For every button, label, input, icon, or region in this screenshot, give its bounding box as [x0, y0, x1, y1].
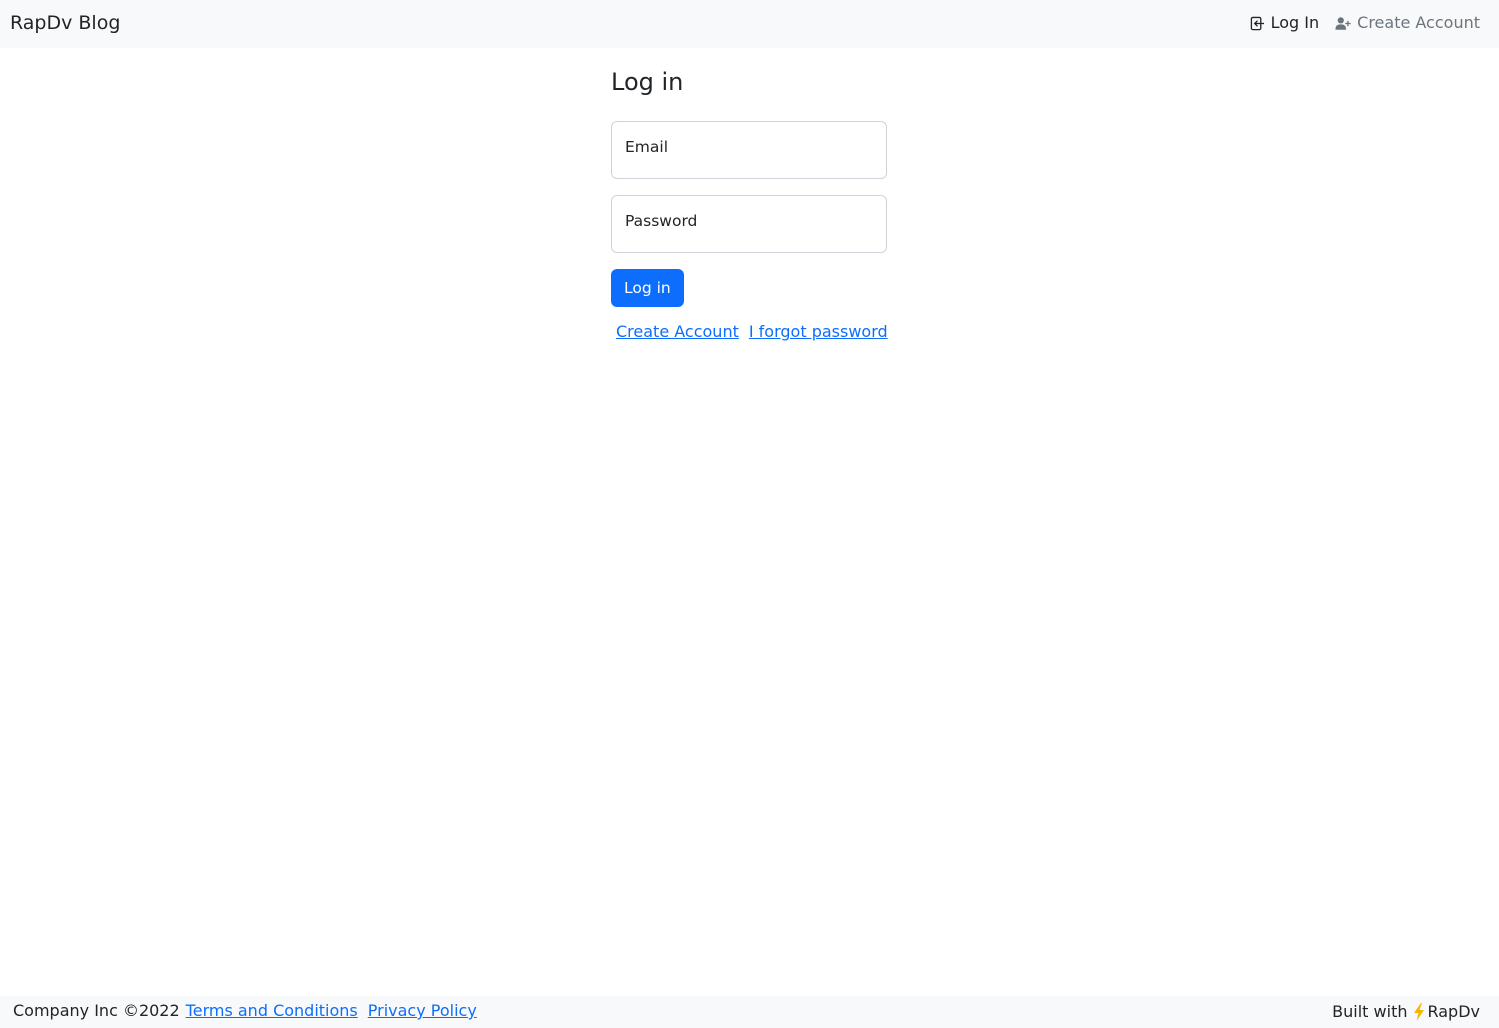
privacy-link[interactable]: Privacy Policy [368, 1000, 477, 1022]
footer-right: Built with RapDv [1332, 1001, 1480, 1023]
built-with-text: Built with [1332, 1002, 1408, 1021]
login-icon [1250, 16, 1264, 30]
lightning-bolt-icon [1414, 1003, 1425, 1021]
login-form-container: Log in Email Password Log in Create Acco… [611, 66, 888, 343]
nav-create-account-link[interactable]: Create Account [1335, 12, 1480, 34]
form-links: Create Account I forgot password [611, 321, 888, 343]
footer-left: Company Inc ©2022 Terms and Conditions P… [13, 1000, 477, 1022]
nav-login-link[interactable]: Log In [1250, 12, 1320, 34]
page-title: Log in [611, 68, 684, 96]
navbar: RapDv Blog Log In Create Account [0, 0, 1499, 48]
brand-link[interactable]: RapDv Blog [10, 11, 120, 35]
email-input[interactable] [612, 122, 886, 178]
terms-link[interactable]: Terms and Conditions [186, 1000, 358, 1022]
rapdv-label: RapDv [1427, 1002, 1480, 1021]
email-field[interactable]: Email [611, 121, 887, 179]
password-input[interactable] [612, 196, 886, 252]
login-submit-button[interactable]: Log in [611, 269, 684, 307]
password-field[interactable]: Password [611, 195, 887, 253]
nav-create-account-label: Create Account [1357, 13, 1480, 32]
forgot-password-link[interactable]: I forgot password [749, 321, 888, 343]
copyright-text: Company Inc ©2022 [13, 1001, 180, 1020]
create-account-link[interactable]: Create Account [616, 321, 739, 343]
navbar-links: Log In Create Account [1250, 12, 1480, 34]
person-plus-icon [1335, 16, 1351, 30]
nav-login-label: Log In [1270, 13, 1320, 32]
footer: Company Inc ©2022 Terms and Conditions P… [0, 996, 1499, 1028]
rapdv-link[interactable]: RapDv [1413, 1001, 1480, 1023]
